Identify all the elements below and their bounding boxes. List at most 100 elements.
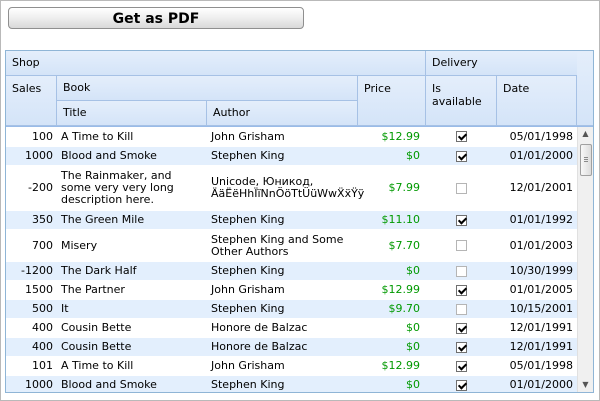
scroll-up-arrow-icon[interactable]: ▲ xyxy=(578,127,593,141)
price-cell: $0 xyxy=(406,321,420,334)
table-row[interactable]: 101 A Time to Kill John Grisham $12.99 05/01… xyxy=(6,357,577,376)
table-row[interactable]: 100 A Time to Kill John Grisham $12.99 05/01… xyxy=(6,127,577,147)
table-row[interactable]: -1200 The Dark Half Stephen King $0 10/30/19… xyxy=(6,262,577,281)
header-sales[interactable]: Sales xyxy=(6,76,57,126)
table-row[interactable]: 500 It Stephen King $9.70 10/15/2001 xyxy=(6,300,577,319)
availability-checkbox[interactable] xyxy=(456,214,467,226)
date-cell: 12/01/1991 xyxy=(509,321,573,334)
availability-cell xyxy=(426,131,497,142)
table-row[interactable]: 400 Cousin Bette Honore de Balzac $0 12/01/1… xyxy=(6,319,577,338)
sales-cell: 400 xyxy=(32,321,53,334)
header-shop: Shop xyxy=(6,51,426,76)
scroll-down-arrow-icon[interactable]: ▼ xyxy=(578,378,593,392)
grid-body: 100 A Time to Kill John Grisham $12.99 05/01… xyxy=(6,127,577,392)
date-cell: 01/01/1992 xyxy=(509,213,573,226)
availability-cell xyxy=(426,379,497,391)
price-cell: $0 xyxy=(406,340,420,353)
availability-checkbox[interactable] xyxy=(456,150,467,162)
header-date[interactable]: Date xyxy=(497,76,577,126)
title-cell: The Green Mile xyxy=(61,213,145,226)
table-row[interactable]: 1500 The Partner John Grisham $12.99 01/01/2… xyxy=(6,281,577,300)
sales-cell: -1200 xyxy=(21,264,53,277)
date-cell: 01/01/2000 xyxy=(509,378,573,391)
author-cell: Unicode, Юникод, ÄäËëHhÏïNnÖöTtÜüWwẌẍŸÿ xyxy=(211,175,365,200)
date-cell: 05/01/1998 xyxy=(509,359,573,372)
author-cell: Stephen King and Some Other Authors xyxy=(211,232,344,258)
price-cell: $12.99 xyxy=(381,283,421,296)
availability-checkbox[interactable] xyxy=(456,379,467,391)
date-cell: 12/01/2001 xyxy=(509,181,573,194)
price-cell: $7.70 xyxy=(388,238,421,252)
availability-checkbox[interactable] xyxy=(456,360,467,372)
availability-cell xyxy=(426,360,497,372)
title-cell: The Partner xyxy=(61,283,125,296)
title-cell: It xyxy=(61,302,69,315)
availability-checkbox[interactable] xyxy=(456,303,467,315)
sales-cell: 1000 xyxy=(25,378,53,391)
author-cell: John Grisham xyxy=(211,359,285,372)
availability-cell xyxy=(426,150,497,162)
date-cell: 05/01/1998 xyxy=(509,129,573,143)
availability-cell xyxy=(426,214,497,226)
table-row[interactable]: 400 Cousin Bette Honore de Balzac $0 12/01/1… xyxy=(6,338,577,357)
price-cell: $9.70 xyxy=(388,302,421,315)
sales-cell: 1500 xyxy=(25,283,53,296)
availability-cell xyxy=(426,341,497,353)
title-cell: Blood and Smoke xyxy=(61,378,157,391)
title-cell: A Time to Kill xyxy=(61,359,134,372)
availability-cell xyxy=(426,240,497,251)
grid-header: Shop Delivery Sales Book Title Author Pr… xyxy=(6,51,593,127)
date-cell: 01/01/2005 xyxy=(509,283,573,296)
table-row[interactable]: 350 The Green Mile Stephen King $11.10 01/01… xyxy=(6,211,577,230)
author-cell: Stephen King xyxy=(211,302,285,315)
price-cell: $12.99 xyxy=(381,359,421,372)
availability-checkbox[interactable] xyxy=(456,131,467,142)
sales-cell: 700 xyxy=(32,238,53,252)
header-price[interactable]: Price xyxy=(358,76,426,126)
availability-cell xyxy=(426,182,497,194)
header-scroll-spacer xyxy=(577,51,593,126)
availability-checkbox[interactable] xyxy=(456,341,467,353)
price-cell: $11.10 xyxy=(381,213,421,226)
date-cell: 12/01/1991 xyxy=(509,340,573,353)
books-grid: Shop Delivery Sales Book Title Author Pr… xyxy=(5,50,594,393)
get-as-pdf-button[interactable]: Get as PDF xyxy=(8,7,304,29)
header-title[interactable]: Title xyxy=(57,101,207,126)
author-cell: Stephen King xyxy=(211,264,285,277)
title-cell: The Dark Half xyxy=(61,264,137,277)
title-cell: The Rainmaker, and some very very long d… xyxy=(61,169,174,206)
sales-cell: 400 xyxy=(32,340,53,353)
date-cell: 10/30/1999 xyxy=(509,264,573,277)
sales-cell: 100 xyxy=(32,129,53,143)
title-cell: Cousin Bette xyxy=(61,321,132,334)
price-cell: $0 xyxy=(406,378,420,391)
header-book: Book xyxy=(57,76,358,101)
date-cell: 01/01/2000 xyxy=(509,149,573,162)
scrollbar-thumb[interactable] xyxy=(580,144,592,176)
sales-cell: 350 xyxy=(32,213,53,226)
sales-cell: 1000 xyxy=(25,149,53,162)
author-cell: Stephen King xyxy=(211,378,285,391)
table-row[interactable]: 700 Misery Stephen King and Some Other Aut… xyxy=(6,230,577,262)
table-row[interactable]: 1000 Blood and Smoke Stephen King $0 01/01/2… xyxy=(6,147,577,166)
table-row[interactable]: 1000 Blood and Smoke Stephen King $0 01/01/2… xyxy=(6,376,577,392)
vertical-scrollbar[interactable]: ▲ ▼ xyxy=(577,127,593,392)
availability-cell xyxy=(426,265,497,277)
author-cell: Honore de Balzac xyxy=(211,321,308,334)
availability-checkbox[interactable] xyxy=(456,182,467,194)
availability-checkbox[interactable] xyxy=(456,284,467,296)
price-cell: $0 xyxy=(406,264,420,277)
availability-checkbox[interactable] xyxy=(456,240,467,251)
title-cell: A Time to Kill xyxy=(61,129,134,143)
author-cell: John Grisham xyxy=(211,129,285,143)
availability-checkbox[interactable] xyxy=(456,322,467,334)
header-author[interactable]: Author xyxy=(207,101,358,126)
availability-checkbox[interactable] xyxy=(456,265,467,277)
date-cell: 10/15/2001 xyxy=(509,302,573,315)
price-cell: $7.99 xyxy=(388,181,421,194)
table-row[interactable]: -200 The Rainmaker, and some very very lo… xyxy=(6,166,577,211)
sales-cell: -200 xyxy=(28,181,53,194)
title-cell: Blood and Smoke xyxy=(61,149,157,162)
header-is-available[interactable]: Is available xyxy=(426,76,497,126)
title-cell: Cousin Bette xyxy=(61,340,132,353)
